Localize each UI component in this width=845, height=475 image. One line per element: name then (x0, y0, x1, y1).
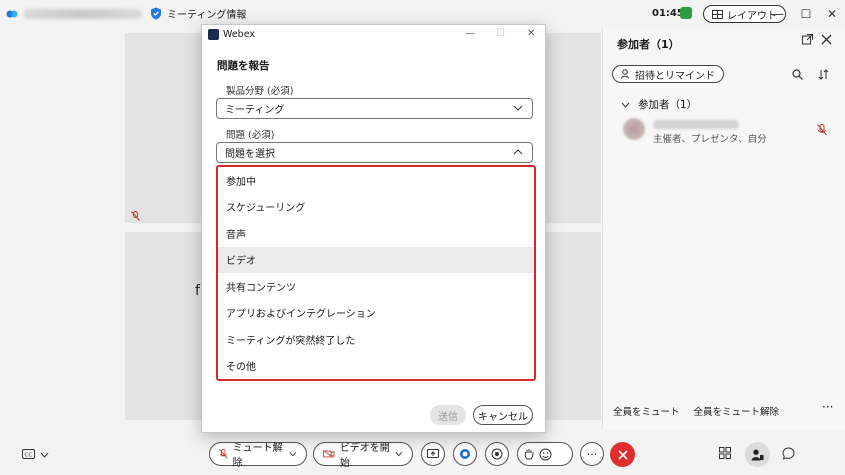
muted-mic-icon (131, 211, 140, 221)
panel-title: 参加者（1） (617, 38, 680, 51)
start-video-label: ビデオを開始 (339, 443, 390, 469)
dialog-heading: 問題を報告 (217, 60, 270, 72)
participant-role: 主催者、プレゼンタ、自分 (653, 134, 767, 145)
issue-option[interactable]: ミーティングが突然終了した (218, 326, 534, 353)
captions-icon[interactable]: CC (22, 449, 35, 459)
mute-all-button[interactable]: 全員をミュート (613, 404, 680, 418)
share-screen-icon (427, 449, 439, 458)
muted-mic-icon (219, 448, 228, 459)
dialog-titlebar[interactable]: Webex — ☐ ✕ (202, 25, 545, 45)
avatar (623, 118, 645, 140)
person-add-icon (621, 69, 629, 79)
tile-initial: f (195, 283, 200, 299)
participants-panel: 参加者（1） 招待とリマインド 参加者（1） 主催者、プレゼンタ、自分 全員をミ… (602, 28, 845, 430)
share-button[interactable] (421, 442, 445, 466)
report-issue-dialog: Webex — ☐ ✕ 問題を報告 製品分野 (必須) ミーティング 問題 (必… (201, 24, 546, 433)
issue-option-highlighted[interactable]: ビデオ (218, 246, 534, 273)
participants-icon (751, 449, 764, 460)
product-area-select[interactable]: ミーティング (216, 98, 533, 119)
meeting-toolbar: CC ミュート解除 ビデオを開始 ··· (0, 430, 845, 475)
send-button[interactable]: 送信 (430, 405, 466, 425)
chevron-down-icon (289, 451, 297, 457)
meeting-info-label: ミーティング情報 (167, 10, 247, 21)
chat-icon[interactable] (782, 447, 795, 460)
dialog-maximize-button: ☐ (496, 28, 505, 39)
start-video-button[interactable]: ビデオを開始 (313, 442, 413, 469)
dialog-close-button[interactable]: ✕ (527, 28, 535, 39)
group-label: 参加者（1） (638, 99, 698, 111)
more-options-button[interactable]: ··· (580, 442, 604, 466)
end-call-button[interactable] (610, 442, 635, 467)
close-icon[interactable] (821, 34, 832, 45)
search-icon[interactable] (792, 69, 803, 80)
issue-option[interactable]: 音声 (218, 220, 534, 247)
window-maximize-button[interactable]: ☐ (799, 7, 813, 21)
issue-option[interactable]: その他 (218, 353, 534, 380)
close-icon (617, 449, 628, 460)
invite-label: 招待とリマインド (635, 70, 715, 82)
blurred-meeting-title (24, 9, 142, 19)
chevron-down-icon (621, 102, 630, 108)
ai-assistant-button[interactable] (453, 442, 477, 466)
participant-name-blurred (653, 120, 739, 129)
window-minimize-button[interactable]: — (771, 7, 785, 21)
participants-toggle-button[interactable] (745, 442, 770, 467)
muted-mic-icon[interactable] (817, 124, 827, 136)
unmute-label: ミュート解除 (232, 443, 283, 469)
apps-icon[interactable] (719, 447, 731, 459)
chevron-down-icon (395, 452, 403, 457)
participants-group-header[interactable]: 参加者（1） (621, 97, 697, 112)
chevron-up-icon (513, 149, 523, 155)
panel-actions: 全員をミュート 全員をミュート解除 (613, 404, 779, 418)
webex-app-icon (6, 10, 18, 18)
product-area-value: ミーティング (225, 105, 285, 116)
issue-placeholder: 問題を選択 (225, 149, 275, 160)
issue-option[interactable]: 参加中 (218, 167, 534, 194)
invite-remind-button[interactable]: 招待とリマインド (612, 65, 724, 83)
issue-select[interactable]: 問題を選択 (216, 142, 533, 163)
sort-icon[interactable] (818, 69, 829, 80)
cancel-button[interactable]: キャンセル (473, 405, 533, 425)
reactions-button[interactable] (517, 442, 573, 466)
shield-icon (151, 7, 161, 20)
video-off-icon (323, 449, 335, 459)
panel-more-button[interactable]: ··· (822, 400, 833, 414)
svg-text:CC: CC (25, 452, 33, 458)
issue-option[interactable]: アプリおよびインテグレーション (218, 300, 534, 327)
window-close-button[interactable]: ✕ (825, 7, 839, 21)
issue-option[interactable]: 共有コンテンツ (218, 273, 534, 300)
layout-label: レイアウト (727, 10, 777, 22)
layout-grid-icon (712, 9, 723, 19)
meeting-info-button[interactable]: ミーティング情報 (150, 6, 246, 21)
ai-assistant-icon (460, 449, 470, 459)
issue-label: 問題 (必須) (226, 130, 275, 141)
webex-logo-icon (208, 29, 219, 40)
network-signal-icon[interactable] (680, 7, 692, 19)
unmute-all-button[interactable]: 全員をミュート解除 (694, 404, 780, 418)
unmute-button[interactable]: ミュート解除 (209, 442, 307, 469)
raise-hand-icon (524, 449, 534, 460)
chevron-down-icon (513, 105, 523, 111)
chevron-down-icon[interactable] (40, 452, 49, 458)
dialog-app-name: Webex (223, 29, 256, 40)
emoji-icon (539, 448, 552, 460)
issue-option[interactable]: スケジューリング (218, 194, 534, 221)
record-icon (491, 448, 503, 460)
issue-options-list: 参加中 スケジューリング 音声 ビデオ 共有コンテンツ アプリおよびインテグレー… (216, 165, 536, 381)
record-button[interactable] (485, 442, 509, 466)
dialog-minimize-button[interactable]: — (465, 28, 475, 39)
product-area-label: 製品分野 (必須) (226, 86, 294, 97)
popout-icon[interactable] (802, 34, 813, 45)
